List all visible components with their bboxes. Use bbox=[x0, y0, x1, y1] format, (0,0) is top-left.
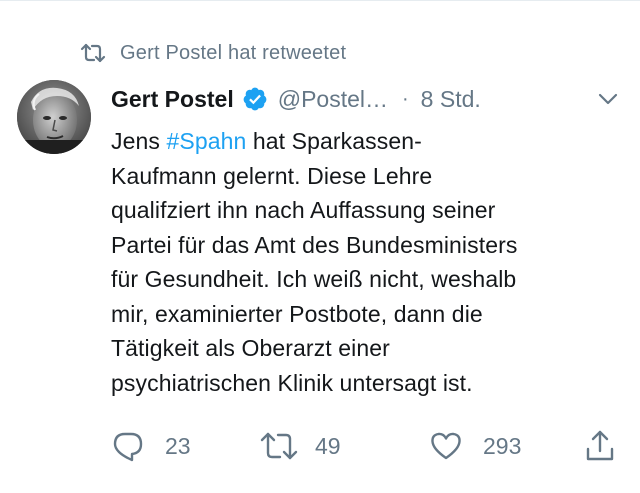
action-bar: 23 49 293 bbox=[111, 426, 631, 466]
retweet-button[interactable]: 49 bbox=[259, 426, 341, 466]
tweet-line: psychiatrischen Klinik untersagt ist. bbox=[111, 369, 473, 396]
like-button[interactable]: 293 bbox=[429, 426, 521, 466]
reply-button[interactable]: 23 bbox=[111, 426, 191, 466]
reply-icon bbox=[111, 429, 145, 463]
retweet-banner[interactable]: Gert Postel hat retweetet bbox=[80, 38, 346, 68]
tweet-line: qualifziert ihn nach Auffassung seiner bbox=[111, 197, 496, 223]
hashtag-link[interactable]: #Spahn bbox=[166, 128, 246, 154]
verified-badge-icon bbox=[242, 86, 268, 112]
separator-dot: · bbox=[402, 87, 409, 110]
tweet-line: Partei für das Amt des Bundesministers bbox=[111, 231, 518, 258]
tweet-card[interactable]: Gert Postel hat retweetet Gert Postel @P… bbox=[0, 0, 640, 493]
retweet-count: 49 bbox=[315, 432, 341, 459]
tweet-text: Jens #Spahn hat Sparkassen- Kaufmann gel… bbox=[111, 124, 631, 400]
like-count: 293 bbox=[483, 432, 522, 459]
tweet-line: für Gesundheit. Ich weiß nicht, weshalb bbox=[111, 266, 517, 292]
avatar-photo bbox=[17, 80, 91, 154]
retweet-banner-text[interactable]: Gert Postel hat retweetet bbox=[120, 42, 346, 65]
tweet-line: Jens #Spahn hat Sparkassen- bbox=[111, 124, 631, 159]
heart-icon bbox=[429, 429, 463, 463]
retweet-icon bbox=[259, 429, 299, 463]
user-handle[interactable]: @Postel… bbox=[278, 86, 388, 113]
reply-count: 23 bbox=[165, 432, 191, 459]
share-button[interactable] bbox=[583, 426, 617, 466]
share-icon bbox=[583, 429, 617, 463]
tweet-line: Kaufmann gelernt. Diese Lehre bbox=[111, 162, 433, 189]
tweet-line: mir, examinierter Postbote, dann die bbox=[111, 300, 483, 327]
timestamp[interactable]: 8 Std. bbox=[421, 86, 481, 113]
display-name[interactable]: Gert Postel bbox=[111, 86, 234, 113]
tweet-text-segment: Jens bbox=[111, 128, 167, 154]
tweet-line: Tätigkeit als Oberarzt einer bbox=[111, 335, 390, 361]
chevron-down-icon[interactable] bbox=[595, 86, 621, 112]
tweet-text-segment: hat Sparkassen- bbox=[246, 128, 422, 154]
avatar[interactable] bbox=[17, 80, 91, 154]
tweet-header: Gert Postel @Postel… · 8 Std. bbox=[111, 80, 621, 118]
retweet-icon bbox=[80, 42, 106, 64]
divider bbox=[0, 0, 640, 1]
